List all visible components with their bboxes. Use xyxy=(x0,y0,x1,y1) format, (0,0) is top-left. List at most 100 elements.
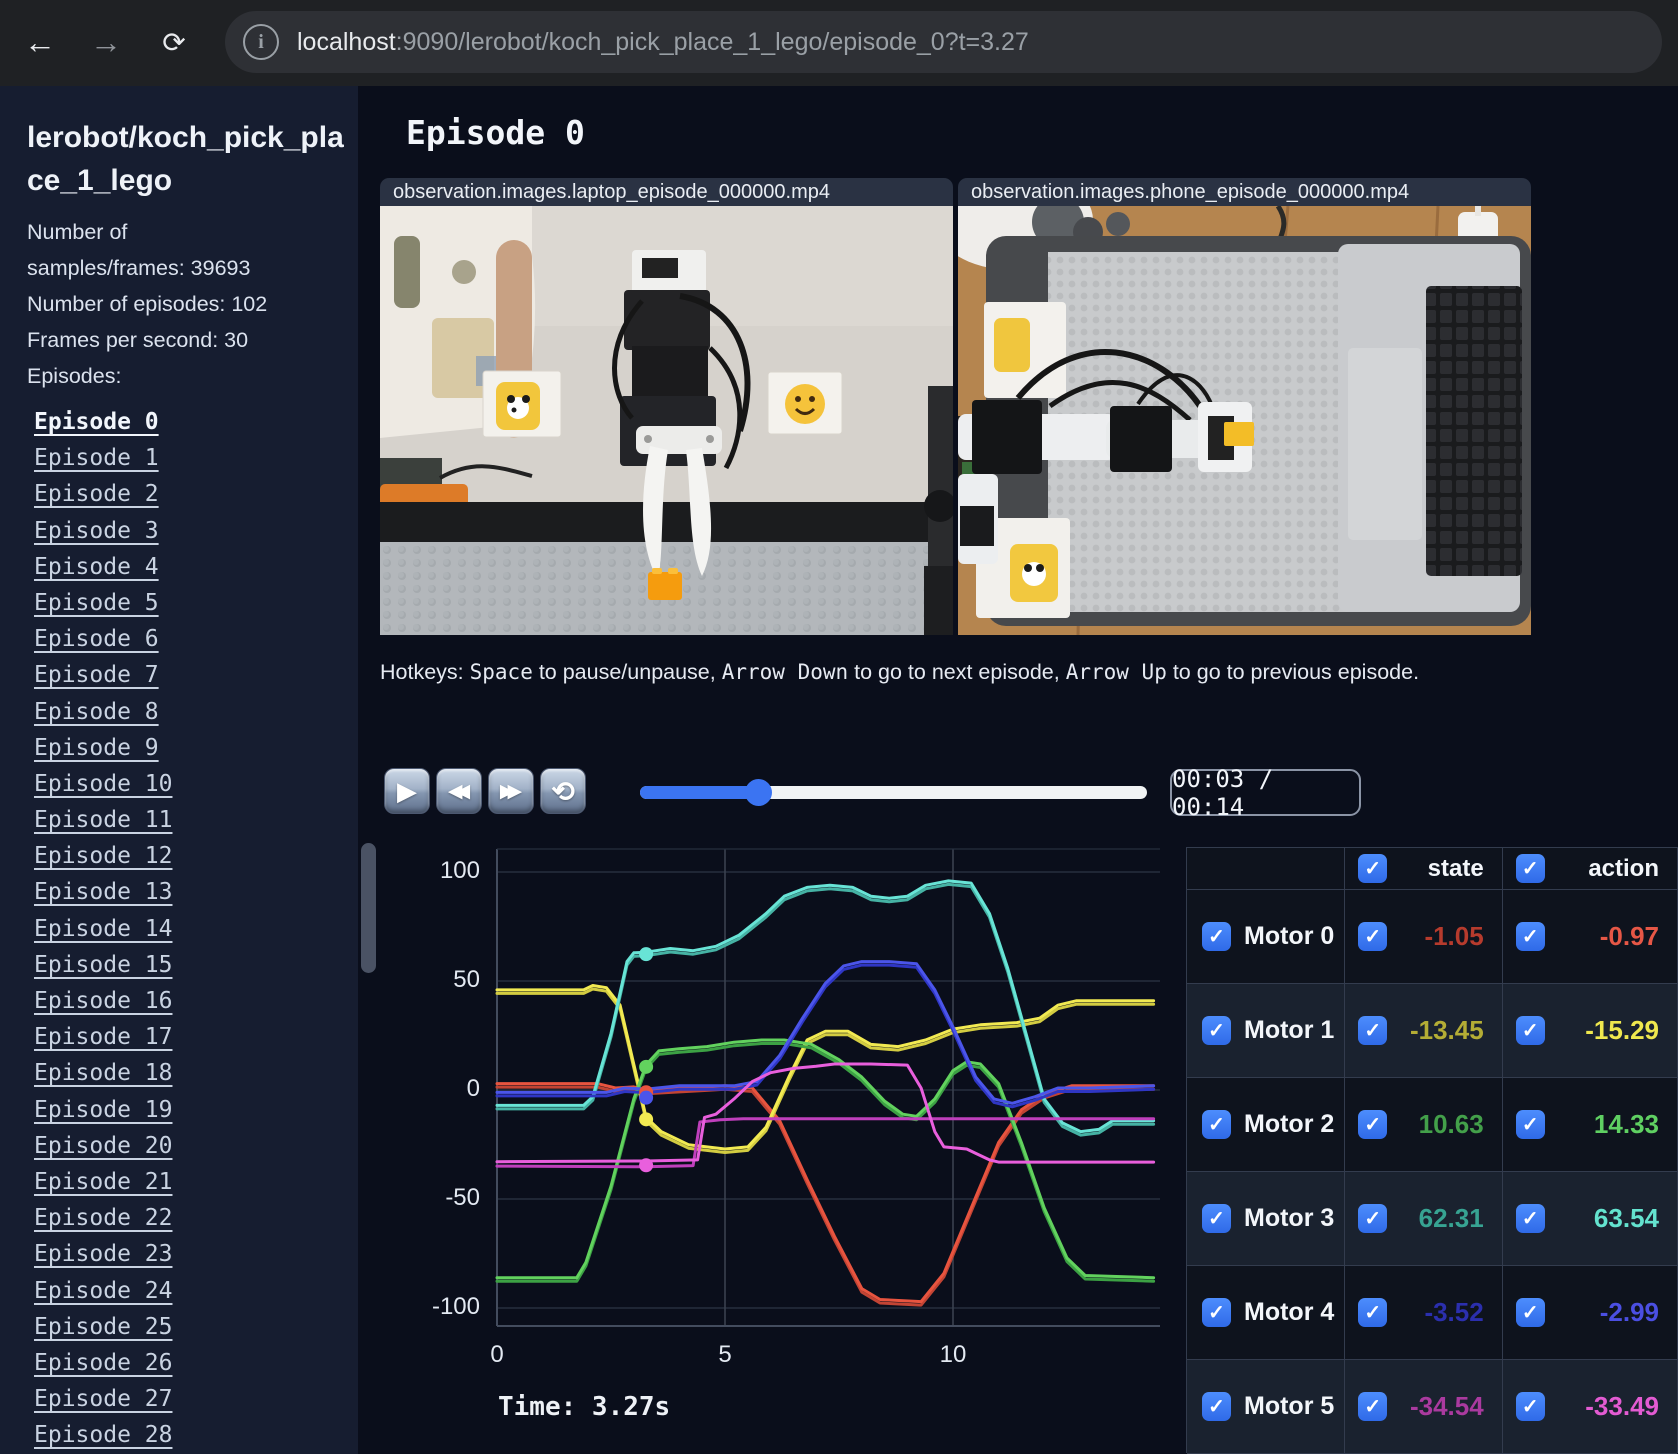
fast-forward-icon: ▶▶ xyxy=(499,780,522,802)
state-column-label: state xyxy=(1427,854,1484,882)
episode-list-item: Episode 19 xyxy=(34,1092,354,1128)
y-tick-label: -100 xyxy=(431,1293,480,1320)
state-checkbox[interactable]: ✓ xyxy=(1358,1016,1388,1045)
episode-link[interactable]: Episode 19 xyxy=(34,1097,172,1123)
episode-link[interactable]: Episode 17 xyxy=(34,1024,172,1050)
motor-row-checkbox[interactable]: ✓ xyxy=(1202,1204,1231,1233)
episode-list-item: Episode 23 xyxy=(34,1236,354,1272)
hotkey-text: to go to next episode, xyxy=(848,660,1066,684)
episode-link[interactable]: Episode 10 xyxy=(34,771,172,797)
current-time-dot xyxy=(639,1158,654,1173)
seek-slider[interactable] xyxy=(640,770,1147,814)
motor-row: ✓ Motor 0 ✓ -1.05 ✓ -0.97 xyxy=(1187,890,1677,984)
episode-link[interactable]: Episode 26 xyxy=(34,1350,172,1376)
state-checkbox[interactable]: ✓ xyxy=(1358,1204,1388,1233)
episode-link[interactable]: Episode 1 xyxy=(34,445,159,471)
hotkey-key: Arrow Down xyxy=(721,660,849,684)
seek-slider-thumb[interactable] xyxy=(744,779,772,806)
episode-link[interactable]: Episode 4 xyxy=(34,554,159,580)
motor-row-checkbox[interactable]: ✓ xyxy=(1202,922,1231,951)
dataset-info-line: Number of xyxy=(27,220,128,244)
episode-link[interactable]: Episode 22 xyxy=(34,1205,172,1231)
episode-link[interactable]: Episode 16 xyxy=(34,988,172,1014)
video-panel-phone: observation.images.phone_episode_000000.… xyxy=(958,178,1531,635)
state-checkbox[interactable]: ✓ xyxy=(1358,1110,1388,1139)
episode-link-active[interactable]: Episode 0 xyxy=(34,409,159,435)
episode-link[interactable]: Episode 25 xyxy=(34,1314,172,1340)
episode-link[interactable]: Episode 13 xyxy=(34,879,172,905)
state-checkbox[interactable]: ✓ xyxy=(1358,1392,1388,1421)
current-time-dot xyxy=(639,947,654,962)
loop-button[interactable]: ⟲ xyxy=(540,768,586,814)
forward-icon[interactable]: → xyxy=(82,18,130,66)
episode-list-item: Episode 22 xyxy=(34,1200,354,1236)
episode-link[interactable]: Episode 5 xyxy=(34,590,159,616)
play-button[interactable]: ▶ xyxy=(384,768,430,814)
motors-chart[interactable] xyxy=(455,840,1160,1370)
back-icon[interactable]: ← xyxy=(16,18,64,66)
state-checkbox[interactable]: ✓ xyxy=(1358,1298,1388,1327)
action-value: -15.29 xyxy=(1585,1015,1659,1045)
chart-time-label: Time: 3.27s xyxy=(498,1392,671,1422)
phone-camera-video[interactable] xyxy=(958,206,1531,635)
reload-icon[interactable]: ⟳ xyxy=(150,18,198,66)
action-column-checkbox[interactable]: ✓ xyxy=(1515,854,1545,883)
action-checkbox[interactable]: ✓ xyxy=(1515,1016,1545,1045)
state-checkbox[interactable]: ✓ xyxy=(1358,922,1388,951)
laptop-camera-video[interactable] xyxy=(380,206,953,635)
motor-name-label: Motor 3 xyxy=(1244,1204,1335,1232)
episode-link[interactable]: Episode 20 xyxy=(34,1133,172,1159)
action-checkbox[interactable]: ✓ xyxy=(1515,1204,1545,1233)
episode-list-item: Episode 20 xyxy=(34,1128,354,1164)
episode-link[interactable]: Episode 18 xyxy=(34,1060,172,1086)
fast-forward-button[interactable]: ▶▶ xyxy=(488,768,534,814)
episode-link[interactable]: Episode 24 xyxy=(34,1278,172,1304)
episode-link[interactable]: Episode 15 xyxy=(34,952,172,978)
episode-link[interactable]: Episode 6 xyxy=(34,626,159,652)
motor-row-checkbox[interactable]: ✓ xyxy=(1202,1110,1231,1139)
motor-row-checkbox[interactable]: ✓ xyxy=(1202,1392,1231,1421)
action-cell: ✓ -0.97 xyxy=(1503,890,1677,983)
action-checkbox[interactable]: ✓ xyxy=(1515,922,1545,951)
address-bar[interactable]: i localhost:9090/lerobot/koch_pick_place… xyxy=(225,11,1662,73)
action-checkbox[interactable]: ✓ xyxy=(1515,1392,1545,1421)
hotkey-text: to pause/unpause, xyxy=(532,660,722,684)
action-checkbox[interactable]: ✓ xyxy=(1515,1298,1545,1327)
page-title: Episode 0 xyxy=(406,113,585,152)
motor-name-cell: ✓ Motor 3 xyxy=(1187,1172,1346,1265)
laptop-camera-frame xyxy=(380,206,953,635)
episode-link[interactable]: Episode 11 xyxy=(34,807,172,833)
page-info-icon[interactable]: i xyxy=(243,24,279,60)
motor-row-checkbox[interactable]: ✓ xyxy=(1202,1298,1231,1327)
episode-link[interactable]: Episode 8 xyxy=(34,699,159,725)
state-cell: ✓ -13.45 xyxy=(1345,984,1503,1077)
scrollbar-thumb[interactable] xyxy=(361,843,376,973)
action-value: -0.97 xyxy=(1599,921,1659,951)
state-cell: ✓ -34.54 xyxy=(1345,1360,1503,1453)
state-column-checkbox[interactable]: ✓ xyxy=(1358,854,1388,883)
url-text[interactable]: localhost:9090/lerobot/koch_pick_place_1… xyxy=(297,28,1029,57)
episode-link[interactable]: Episode 3 xyxy=(34,518,159,544)
episode-link[interactable]: Episode 28 xyxy=(34,1422,172,1448)
hotkeys-help: Hotkeys: Space to pause/unpause, Arrow D… xyxy=(380,660,1419,685)
episode-link[interactable]: Episode 12 xyxy=(34,843,172,869)
fast-backward-button[interactable]: ◀◀ xyxy=(436,768,482,814)
episode-link[interactable]: Episode 7 xyxy=(34,662,159,688)
episode-link[interactable]: Episode 27 xyxy=(34,1386,172,1412)
episode-link[interactable]: Episode 21 xyxy=(34,1169,172,1195)
episode-link[interactable]: Episode 23 xyxy=(34,1241,172,1267)
motor-table-header-state: ✓ state xyxy=(1345,848,1503,889)
episode-list: Episode 0 Episode 1 Episode 2 Episode 3 Epis… xyxy=(34,404,354,1453)
episode-link[interactable]: Episode 9 xyxy=(34,735,159,761)
action-checkbox[interactable]: ✓ xyxy=(1515,1110,1545,1139)
current-time-dot xyxy=(639,1090,654,1105)
action-cell: ✓ 14.33 xyxy=(1503,1078,1677,1171)
episode-link[interactable]: Episode 2 xyxy=(34,481,159,507)
hotkey-text: to go to previous episode. xyxy=(1166,660,1420,684)
dataset-info: Number of samples/frames: 39693 Number of … xyxy=(27,214,347,394)
motor-row: ✓ Motor 2 ✓ 10.63 ✓ 14.33 xyxy=(1187,1078,1677,1172)
motor-row-checkbox[interactable]: ✓ xyxy=(1202,1016,1231,1045)
episode-list-item: Episode 9 xyxy=(34,730,354,766)
action-column-label: action xyxy=(1588,854,1659,882)
episode-link[interactable]: Episode 14 xyxy=(34,916,172,942)
